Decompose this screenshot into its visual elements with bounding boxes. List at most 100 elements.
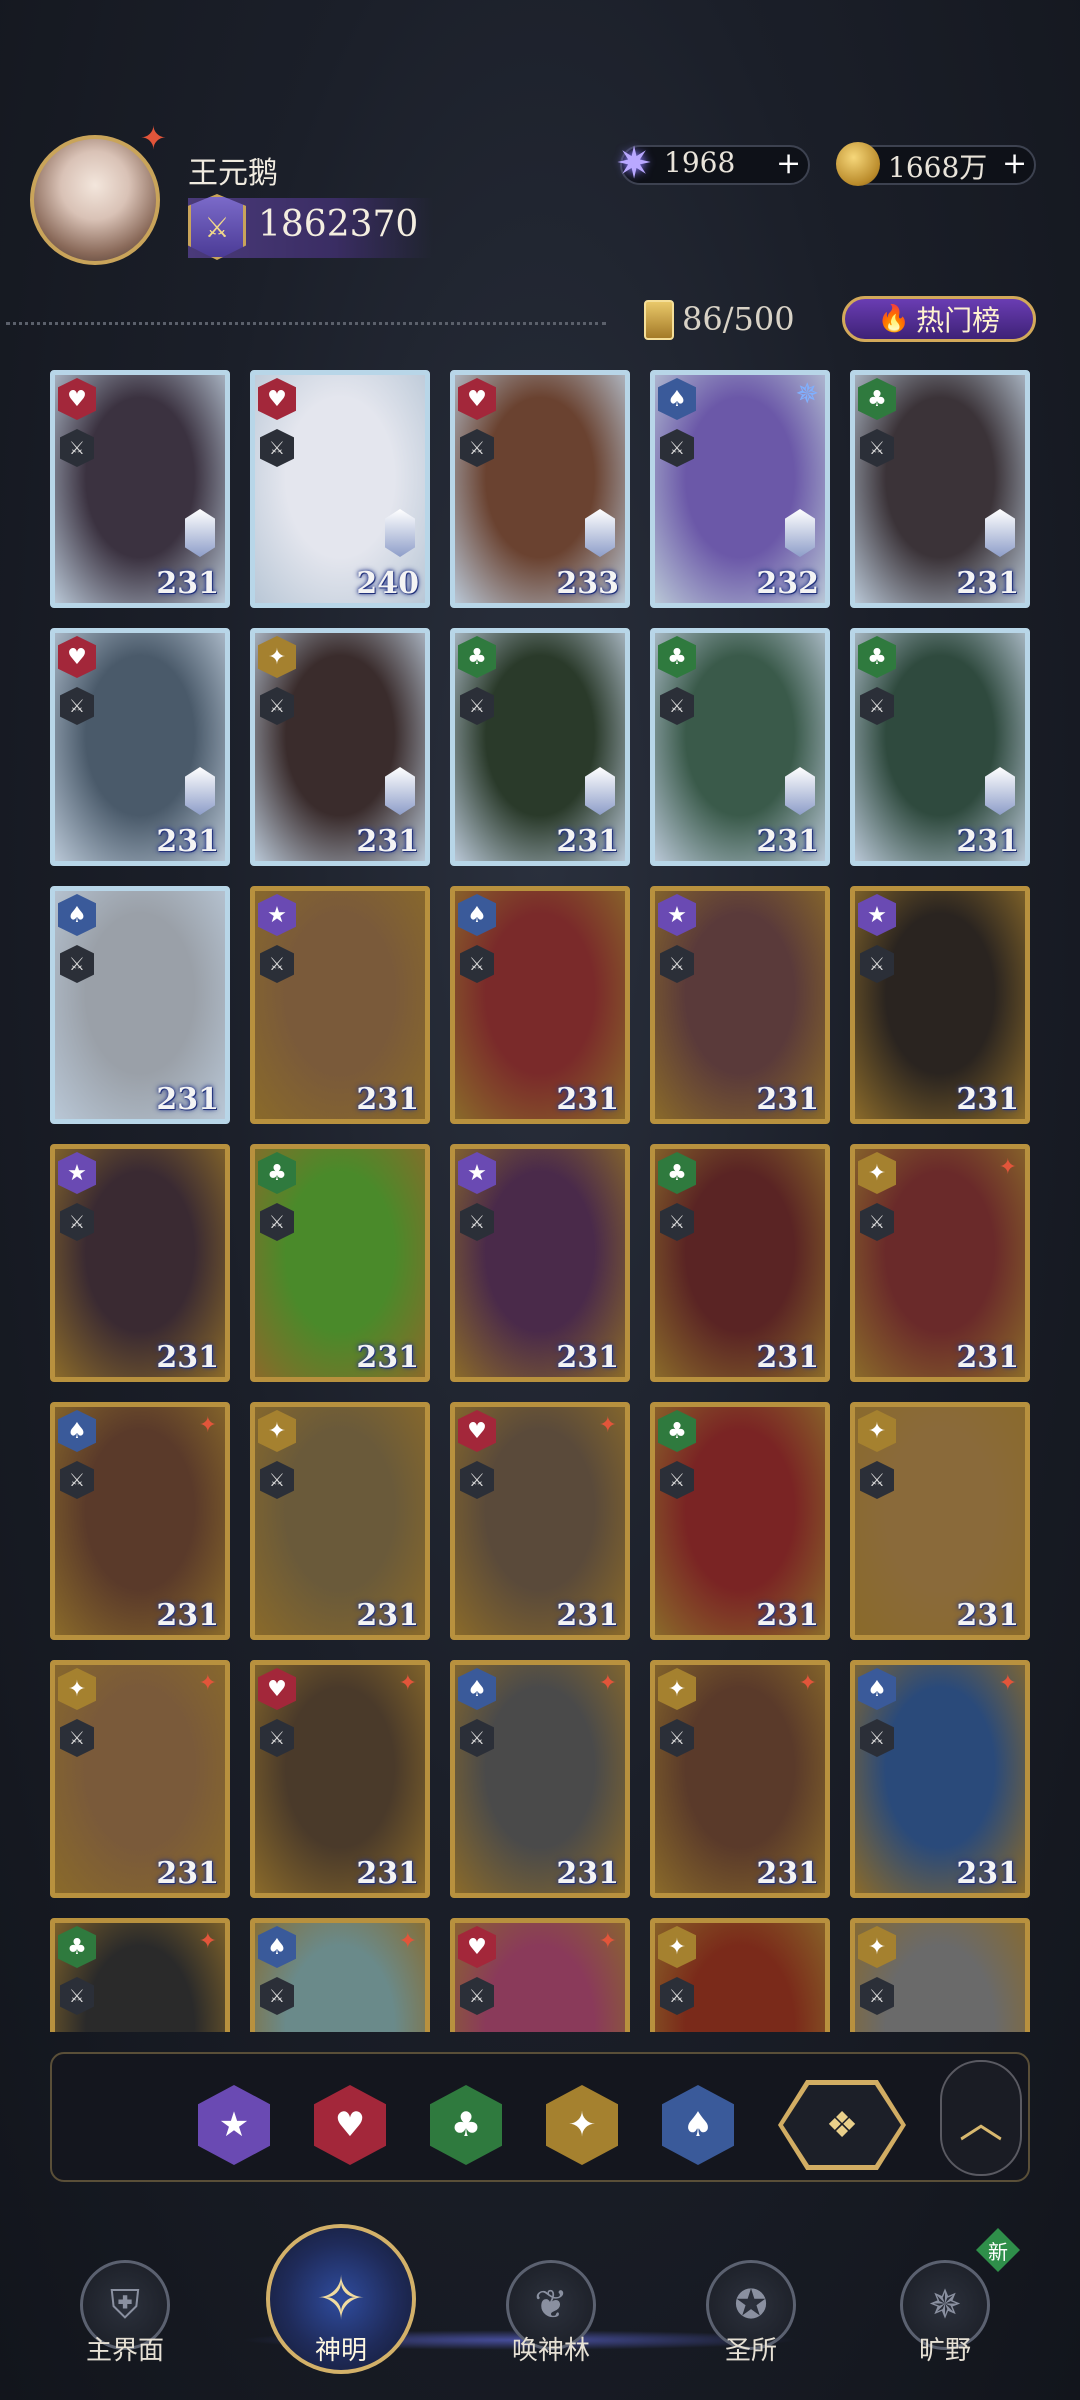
rank-shield-icon [985, 767, 1015, 815]
card-level: 231 [556, 824, 619, 859]
card-level: 231 [156, 1082, 219, 1117]
spark-icon: ✦ [998, 1155, 1017, 1180]
god-card[interactable]: ♥ ⚔ 233 [450, 370, 630, 608]
god-card[interactable]: ♣ ⚔ 231 [250, 1144, 430, 1382]
club-icon: ♣ [450, 2105, 482, 2145]
god-card[interactable]: ✦ ⚔ 231 [250, 628, 430, 866]
god-card[interactable]: ♠ ⚔ 231 [50, 886, 230, 1124]
god-card[interactable]: ♥ ⚔ 240 [250, 370, 430, 608]
diamond-icon: ✦ [567, 2105, 597, 2145]
god-card[interactable]: ✦ ⚔ 231 [250, 1402, 430, 1640]
add-gems-button[interactable]: + [776, 146, 801, 181]
spark-icon: ✦ [998, 1671, 1017, 1696]
card-level: 231 [356, 1082, 419, 1117]
nav-wild-label: 旷野 [918, 2336, 971, 2366]
card-level: 231 [156, 566, 219, 601]
card-level: 231 [756, 1082, 819, 1117]
heart-icon: ♥ [334, 2105, 366, 2145]
star-badge-icon: ✵ [795, 377, 819, 410]
card-level: 231 [156, 1340, 219, 1375]
spark-icon: ✦ [598, 1671, 617, 1696]
spark-icon: ✦ [198, 1671, 217, 1696]
god-card[interactable]: ✦ ⚔ ✦ 231 [850, 1144, 1030, 1382]
gem-icon: ✷ [615, 138, 653, 189]
nav-gods[interactable]: ✧ 神明 [260, 2220, 416, 2374]
card-level: 231 [756, 824, 819, 859]
rank-shield-icon [385, 509, 415, 557]
god-card[interactable]: ♣ ⚔ 231 [650, 1144, 830, 1382]
spark-icon: ✦ [598, 1929, 617, 1954]
card-level: 231 [356, 824, 419, 859]
god-card[interactable]: ♣ ⚔ 231 [650, 1402, 830, 1640]
star-icon: ★ [218, 2105, 250, 2145]
add-coins-button[interactable]: + [1002, 146, 1027, 181]
god-card[interactable]: ♣ ⚔ 231 [850, 370, 1030, 608]
nav-gods-label: 神明 [314, 2336, 367, 2366]
rank-shield-icon [185, 767, 215, 815]
rank-shield-icon [585, 509, 615, 557]
nav-home[interactable]: ⛨ 主界面 [50, 2250, 200, 2380]
god-card[interactable]: ✦ ⚔ 231 [850, 1402, 1030, 1640]
god-card[interactable]: ✦ ⚔ ✦ 231 [650, 1660, 830, 1898]
god-card[interactable]: ♣ ⚔ 231 [450, 628, 630, 866]
card-level: 231 [556, 1856, 619, 1891]
god-card[interactable]: ✦ ⚔ ✦ 231 [50, 1660, 230, 1898]
god-card[interactable]: ★ ⚔ 231 [850, 886, 1030, 1124]
card-level: 231 [956, 824, 1019, 859]
rank-shield-icon [385, 767, 415, 815]
god-card[interactable]: ♥ ⚔ ✦ 231 [450, 1402, 630, 1640]
god-card[interactable]: ♣ ⚔ 231 [650, 628, 830, 866]
god-card[interactable]: ✦ ⚔ [850, 1918, 1030, 2032]
coin-value: 1668万 [888, 151, 988, 184]
god-card[interactable]: ♠ ⚔ ✦ 231 [450, 1660, 630, 1898]
nav-sanctuary[interactable]: ✪ 圣所 [676, 2250, 826, 2380]
card-level: 231 [756, 1598, 819, 1633]
god-card[interactable]: ♥ ⚔ 231 [50, 628, 230, 866]
nav-grove-label: 唤神林 [511, 2336, 590, 2366]
rank-shield-icon [585, 767, 615, 815]
god-card[interactable]: ♠ ⚔ ✦ [250, 1918, 430, 2032]
god-card[interactable]: ✦ ⚔ [650, 1918, 830, 2032]
divider [6, 322, 606, 325]
god-card[interactable]: ♣ ⚔ 231 [850, 628, 1030, 866]
rank-shield-icon [985, 509, 1015, 557]
card-level: 231 [156, 1598, 219, 1633]
card-level: 231 [556, 1598, 619, 1633]
card-level: 231 [556, 1340, 619, 1375]
god-card[interactable]: ♠ ⚔ ✦ 231 [850, 1660, 1030, 1898]
nav-grove[interactable]: ❦ 唤神林 [476, 2250, 626, 2380]
god-card[interactable]: ★ ⚔ 231 [450, 1144, 630, 1382]
spark-icon: ✦ [198, 1929, 217, 1954]
god-card[interactable]: ♥ ⚔ ✦ [450, 1918, 630, 2032]
nav-sanctuary-label: 圣所 [724, 2336, 777, 2366]
card-level: 231 [556, 1082, 619, 1117]
god-card[interactable]: ♥ ⚔ 231 [50, 370, 230, 608]
collapse-button[interactable]: ︿ [940, 2060, 1022, 2176]
player-name: 王元鹅 [188, 156, 278, 191]
god-card[interactable]: ♠ ⚔ 231 [450, 886, 630, 1124]
god-card[interactable]: ♠ ⚔ ✦ 231 [50, 1402, 230, 1640]
spark-icon: ✦ [798, 1671, 817, 1696]
god-card[interactable]: ♣ ⚔ ✦ [50, 1918, 230, 2032]
card-level: 231 [956, 1082, 1019, 1117]
card-level: 231 [156, 1856, 219, 1891]
god-card[interactable]: ★ ⚔ 231 [50, 1144, 230, 1382]
god-card[interactable]: ♠ ⚔ ✵ 232 [650, 370, 830, 608]
collection-count: 86/500 [682, 300, 795, 338]
card-level: 231 [356, 1340, 419, 1375]
grid-icon: ❖ [783, 2085, 901, 2165]
rank-shield-icon [785, 509, 815, 557]
card-level: 231 [156, 824, 219, 859]
god-card[interactable]: ★ ⚔ 231 [650, 886, 830, 1124]
hot-ranking-label: 热门榜 [916, 304, 1001, 337]
spark-icon: ✦ [398, 1929, 417, 1954]
god-card[interactable]: ♥ ⚔ ✦ 231 [250, 1660, 430, 1898]
god-card[interactable]: ★ ⚔ 231 [250, 886, 430, 1124]
card-count-icon [644, 300, 674, 340]
card-level: 231 [356, 1598, 419, 1633]
hot-ranking-button[interactable]: 🔥 热门榜 [842, 296, 1036, 342]
spark-icon: ✦ [198, 1413, 217, 1438]
power-value: 1862370 [258, 204, 419, 245]
card-level: 231 [356, 1856, 419, 1891]
gem-value: 1968 [664, 146, 736, 179]
